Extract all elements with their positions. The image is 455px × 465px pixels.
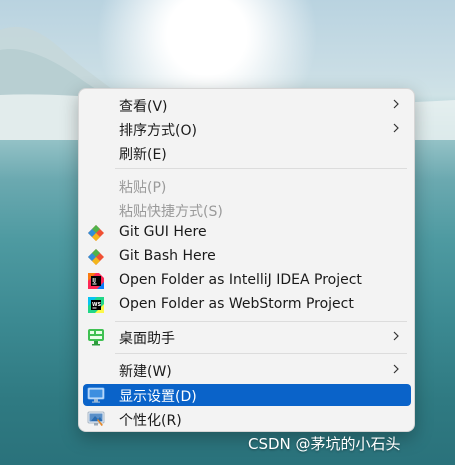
menu-item-label: 查看(V) [119,99,168,115]
git-icon [88,225,104,241]
desktop-context-menu: 查看(V) 排序方式(O) 刷新(E) 粘贴(P) 粘贴快捷方式(S) Git … [78,88,415,432]
menu-item-label: 新建(W) [119,364,172,380]
chevron-right-icon [393,364,399,374]
menu-item-label: Git Bash Here [119,248,216,264]
chevron-right-icon [393,123,399,133]
menu-item-open-webstorm[interactable]: WS Open Folder as WebStorm Project [83,294,411,316]
menu-item-display-settings[interactable]: 显示设置(D) [83,384,411,406]
menu-item-label: Git GUI Here [119,224,207,240]
menu-item-sort-by[interactable]: 排序方式(O) [83,118,411,140]
menu-item-label: Open Folder as WebStorm Project [119,296,354,312]
menu-item-git-bash[interactable]: Git Bash Here [83,246,411,268]
git-icon [88,249,104,265]
menu-item-personalize[interactable]: 个性化(R) [83,408,411,430]
chevron-right-icon [393,99,399,109]
menu-item-label: 排序方式(O) [119,123,197,139]
svg-text:WS: WS [92,302,102,308]
webstorm-icon: WS [88,297,104,313]
menu-item-new[interactable]: 新建(W) [83,359,411,381]
chevron-right-icon [393,331,399,341]
menu-separator [115,321,407,322]
menu-item-view[interactable]: 查看(V) [83,94,411,116]
menu-separator [115,168,407,169]
display-settings-icon [87,387,105,403]
menu-item-git-gui[interactable]: Git GUI Here [83,222,411,244]
menu-item-label: 粘贴(P) [119,180,167,196]
menu-separator [115,353,407,354]
personalize-icon [87,411,105,426]
menu-item-refresh[interactable]: 刷新(E) [83,142,411,164]
svg-text:IJ: IJ [92,278,96,284]
watermark-text: CSDN @茅坑的小石头 [248,435,401,453]
menu-item-label: Open Folder as IntelliJ IDEA Project [119,272,362,288]
menu-item-label: 粘贴快捷方式(S) [119,204,223,220]
menu-item-label: 个性化(R) [119,413,182,429]
menu-item-paste: 粘贴(P) [83,175,411,197]
menu-item-open-intellij[interactable]: IJ Open Folder as IntelliJ IDEA Project [83,270,411,292]
menu-item-label: 显示设置(D) [119,389,197,405]
menu-item-label: 刷新(E) [119,147,167,163]
intellij-idea-icon: IJ [88,273,104,289]
menu-item-label: 桌面助手 [119,331,175,347]
menu-item-paste-shortcut: 粘贴快捷方式(S) [83,199,411,221]
desktop-assistant-icon [88,329,104,346]
menu-item-desktop-assistant[interactable]: 桌面助手 [83,326,411,348]
